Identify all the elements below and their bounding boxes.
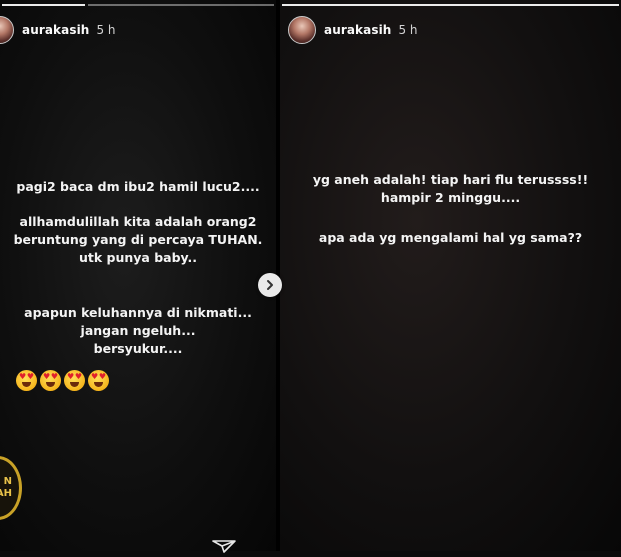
left-story-panel[interactable]: aurakasih 5 h pagi2 baca dm ibu2 hamil l…	[0, 0, 276, 551]
send-icon	[212, 540, 236, 553]
chevron-right-icon	[267, 280, 273, 290]
post-time: 5 h	[96, 23, 116, 37]
post-time: 5 h	[398, 23, 418, 37]
next-story-button[interactable]	[258, 273, 282, 297]
heart-eyes-emoji-icon	[40, 370, 61, 391]
story-text-paragraph: allhamdulillah kita adalah orang2 berunt…	[13, 214, 263, 265]
right-story-panel[interactable]: aurakasih 5 h yg aneh adalah! tiap hari …	[280, 0, 621, 551]
username[interactable]: aurakasih	[22, 23, 89, 37]
sticker-text: AH	[0, 488, 12, 499]
send-button[interactable]	[212, 538, 236, 557]
story-text-paragraph: yg aneh adalah! tiap hari flu terussss!!…	[312, 172, 589, 205]
progress-segment	[282, 4, 619, 6]
sticker-text: N	[3, 476, 12, 487]
emoji-row	[16, 370, 109, 391]
story-progress-bar	[2, 4, 274, 6]
progress-segment	[88, 4, 274, 6]
username[interactable]: aurakasih	[324, 23, 391, 37]
story-header: aurakasih 5 h	[288, 15, 418, 45]
highlight-sticker: N AH	[0, 456, 22, 520]
progress-segment	[2, 4, 86, 6]
story-text-line: apa ada yg mengalami hal yg sama??	[318, 230, 583, 245]
heart-eyes-emoji-icon	[16, 370, 37, 391]
heart-eyes-emoji-icon	[88, 370, 109, 391]
story-text-paragraph: apapun keluhannya di nikmati... jangan n…	[24, 305, 252, 356]
heart-eyes-emoji-icon	[64, 370, 85, 391]
story-progress-bar	[282, 4, 619, 6]
story-text-line: pagi2 baca dm ibu2 hamil lucu2....	[16, 179, 260, 194]
avatar[interactable]	[0, 16, 14, 44]
story-header: aurakasih 5 h	[0, 15, 116, 45]
avatar[interactable]	[288, 16, 316, 44]
